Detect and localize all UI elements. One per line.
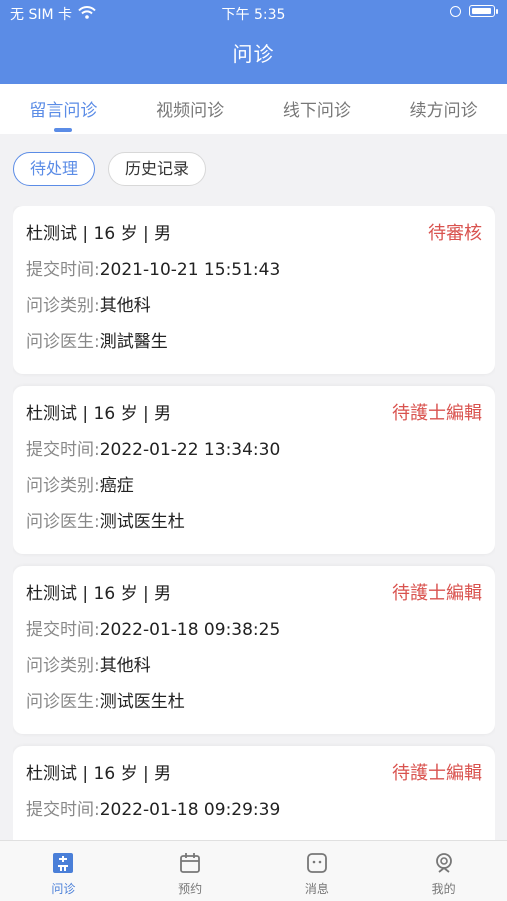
doctor-value: 测试医生杜 [99,512,185,532]
category-label: 问诊类别: [26,296,100,316]
filter-history-button[interactable]: 历史记录 [108,152,207,186]
status-right [450,5,498,17]
card-header: 杜测试 | 16 岁 | 男 待護士編輯 [26,402,482,438]
doctor-value: 测试医生杜 [99,692,185,712]
consult-card[interactable]: 杜测试 | 16 岁 | 男 待護士編輯 提交时间:2022-01-18 09:… [13,746,495,840]
tabbar-label: 问诊 [51,882,76,896]
submit-time-row: 提交时间:2022-01-22 13:34:30 [26,438,482,474]
category-label: 问诊类别: [26,476,100,496]
card-header: 杜测试 | 16 岁 | 男 待護士編輯 [26,582,482,618]
status-bar: 无 SIM 卡 下午 5:35 [0,0,507,26]
patient-info: 杜测试 | 16 岁 | 男 [26,764,172,784]
consult-icon [0,851,127,878]
tab-label: 续方问诊 [409,101,478,121]
profile-icon [380,851,507,878]
doctor-row: 问诊医生:测试医生杜 [26,690,482,726]
doctor-row: 问诊医生:测试医生杜 [26,510,482,546]
page-title: 问诊 [232,42,275,66]
battery-icon [469,5,498,17]
doctor-label: 问诊医生: [26,692,100,712]
category-row: 问诊类别:其他科 [26,294,482,330]
consult-list[interactable]: 杜测试 | 16 岁 | 男 待審核 提交时间:2021-10-21 15:51… [13,206,495,840]
submit-time-row: 提交时间:2021-10-21 15:51:43 [26,258,482,294]
status-badge: 待護士編輯 [392,763,482,784]
status-badge: 待護士編輯 [392,403,482,424]
patient-info: 杜测试 | 16 岁 | 男 [26,404,172,424]
consult-card[interactable]: 杜测试 | 16 岁 | 男 待護士編輯 提交时间:2022-01-22 13:… [13,386,495,554]
submit-time-value: 2021-10-21 15:51:43 [99,260,281,280]
category-row: 问诊类别:其他科 [26,654,482,690]
submit-time-row: 提交时间:2022-01-18 09:29:39 [26,798,482,834]
app-header: 无 SIM 卡 下午 5:35 问诊 [0,0,507,84]
submit-time-row: 提交时间:2022-01-18 09:38:25 [26,618,482,654]
tab-label: 视频问诊 [156,101,225,121]
submit-time-label: 提交时间: [26,260,100,280]
patient-info: 杜测试 | 16 岁 | 男 [26,224,172,244]
filter-bar: 待处理 历史记录 [13,152,207,186]
tab-label: 线下问诊 [282,101,351,121]
doctor-label: 问诊医生: [26,332,100,352]
doctor-row: 问诊医生:測試醫生 [26,330,482,366]
submit-time-value: 2022-01-18 09:29:39 [99,800,281,820]
submit-time-label: 提交时间: [26,440,100,460]
submit-time-value: 2022-01-18 09:38:25 [99,620,281,640]
filter-pending-button[interactable]: 待处理 [13,152,96,186]
orientation-lock-icon [450,5,461,17]
tabbar-item-messages[interactable]: 消息 [254,841,381,901]
consult-card[interactable]: 杜测试 | 16 岁 | 男 待護士編輯 提交时间:2022-01-18 09:… [13,566,495,734]
tab-renewal-consult[interactable]: 续方问诊 [380,84,507,134]
doctor-value: 測試醫生 [99,332,168,352]
tabbar-item-appointment[interactable]: 预约 [127,841,254,901]
card-header: 杜测试 | 16 岁 | 男 待審核 [26,222,482,258]
tabbar-item-profile[interactable]: 我的 [380,841,507,901]
tabbar-label: 我的 [431,882,456,896]
card-header: 杜测试 | 16 岁 | 男 待護士編輯 [26,762,482,798]
tab-message-consult[interactable]: 留言问诊 [0,84,127,134]
status-badge: 待護士編輯 [392,583,482,604]
tabbar-item-consult[interactable]: 问诊 [0,841,127,901]
patient-info: 杜测试 | 16 岁 | 男 [26,584,172,604]
category-value: 其他科 [99,656,151,676]
category-row: 问诊类别:癌症 [26,474,482,510]
status-badge: 待審核 [428,223,482,244]
message-icon [254,851,381,878]
tab-label: 留言问诊 [29,101,98,121]
status-time: 下午 5:35 [221,7,286,23]
active-tab-indicator [54,128,73,132]
tab-offline-consult[interactable]: 线下问诊 [254,84,381,134]
tabbar-label: 消息 [304,882,329,896]
bottom-tab-bar: 问诊 预约 消息 我的 [0,840,507,901]
submit-time-label: 提交时间: [26,620,100,640]
tabbar-label: 预约 [178,882,203,896]
submit-time-label: 提交时间: [26,800,100,820]
submit-time-value: 2022-01-22 13:34:30 [99,440,281,460]
tab-video-consult[interactable]: 视频问诊 [127,84,254,134]
category-label: 问诊类别: [26,656,100,676]
consult-card[interactable]: 杜测试 | 16 岁 | 男 待審核 提交时间:2021-10-21 15:51… [13,206,495,374]
doctor-label: 问诊医生: [26,512,100,532]
category-value: 其他科 [99,296,151,316]
calendar-icon [127,851,254,878]
category-value: 癌症 [99,476,134,496]
consult-type-tabs: 留言问诊 视频问诊 线下问诊 续方问诊 [0,84,507,134]
